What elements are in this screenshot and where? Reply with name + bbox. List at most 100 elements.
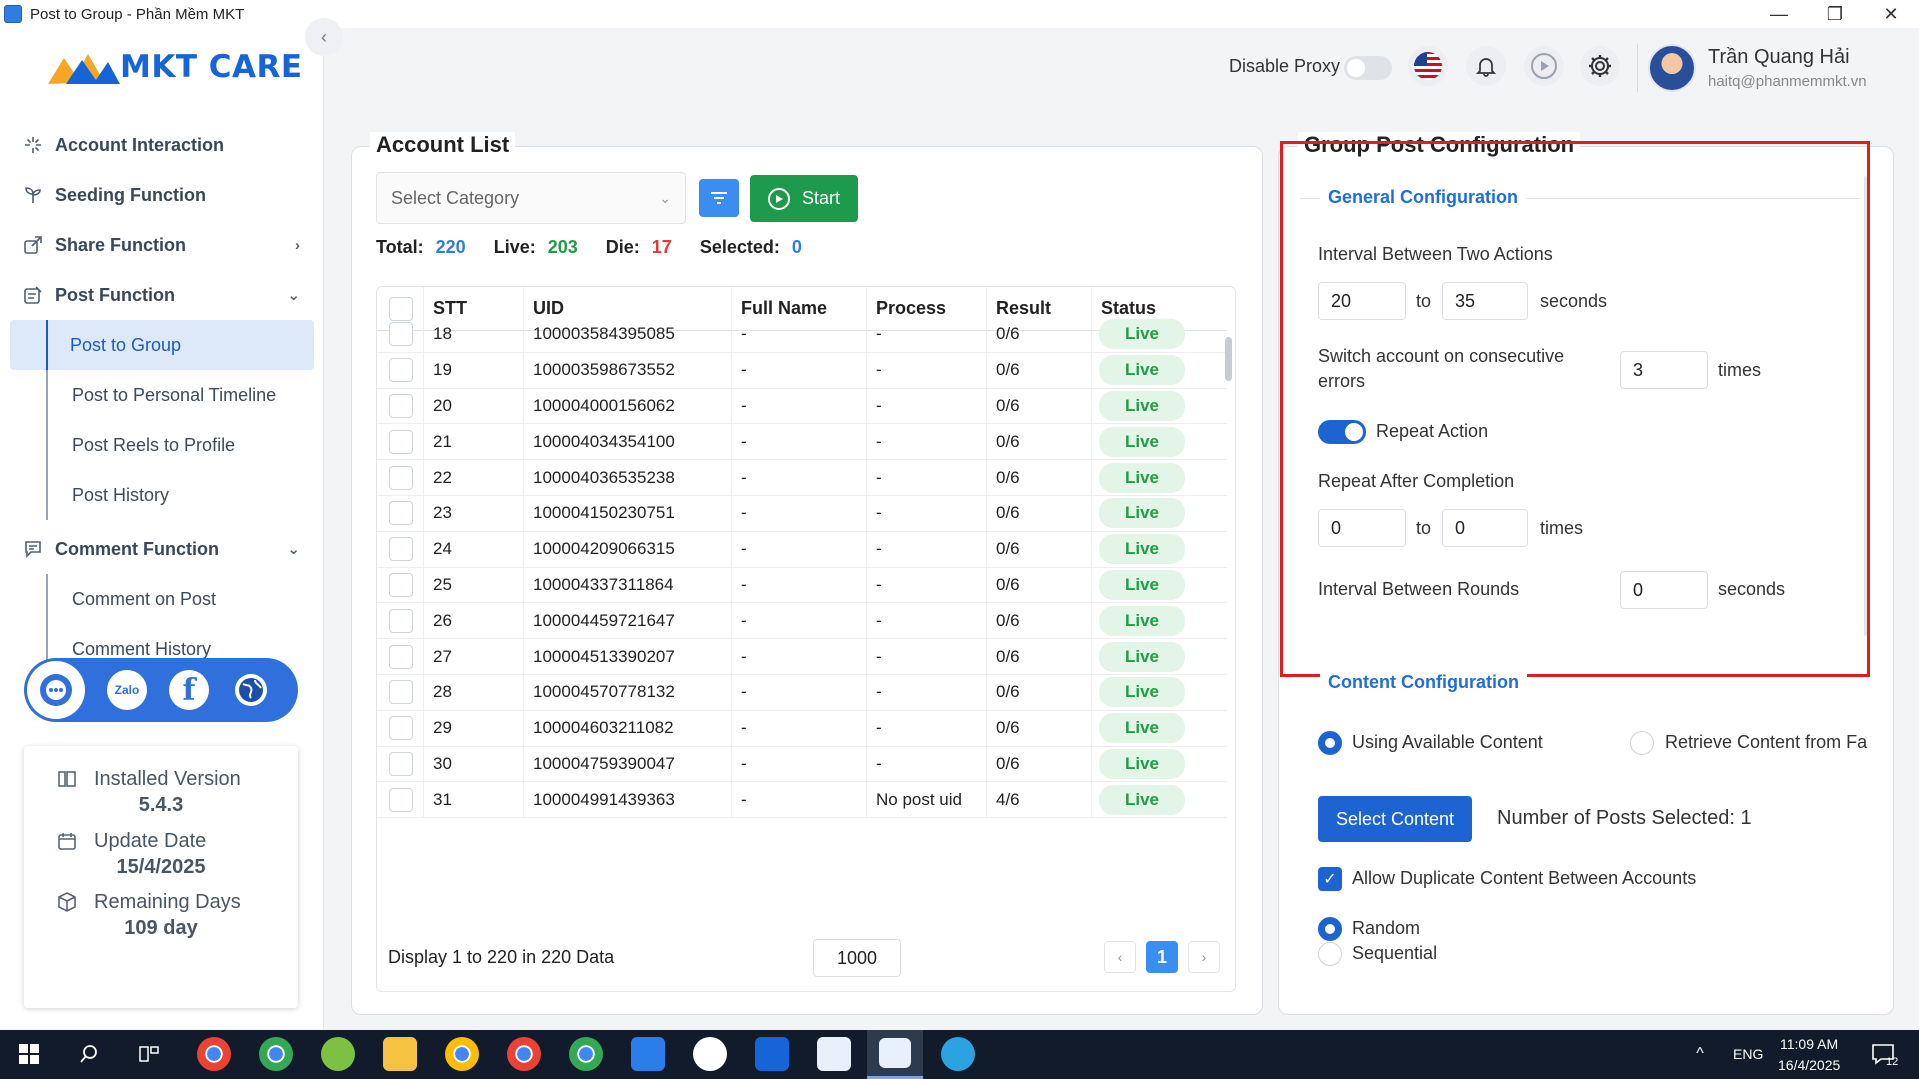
- row-checkbox[interactable]: [389, 782, 413, 817]
- row-checkbox[interactable]: [389, 496, 413, 531]
- table-row[interactable]: 23 100004150230751 - - 0/6 Live: [377, 496, 1227, 532]
- clock-date[interactable]: 16/4/2025: [1778, 1057, 1840, 1073]
- maximize-button[interactable]: ❐: [1807, 0, 1863, 28]
- windows-start-icon[interactable]: [12, 1037, 46, 1071]
- next-page-button[interactable]: ›: [1188, 941, 1220, 973]
- table-row[interactable]: 20 100004000156062 - - 0/6 Live: [377, 388, 1227, 425]
- mkt-care-taskbar-icon[interactable]: [867, 1030, 923, 1079]
- bell-icon[interactable]: [1466, 46, 1506, 86]
- nav-share-function[interactable]: Share Function ›: [0, 220, 324, 270]
- search-icon[interactable]: [72, 1037, 106, 1071]
- nav-comment-function[interactable]: Comment Function ⌄: [0, 524, 324, 574]
- start-button[interactable]: Start: [750, 175, 858, 222]
- table-row[interactable]: 31 100004991439363 - No post uid 4/6 Live: [377, 782, 1227, 819]
- cell-stt: 24: [433, 539, 452, 559]
- nav-post-function[interactable]: Post Function ⌄: [0, 270, 324, 320]
- window-title: Post to Group - Phần Mềm MKT: [30, 5, 245, 23]
- cell-uid: 100004513390207: [533, 646, 675, 666]
- table-row[interactable]: 30 100004759390047 - - 0/6 Live: [377, 746, 1227, 783]
- cell-uid: 100004991439363: [533, 789, 675, 809]
- cell-result: 4/6: [996, 789, 1020, 809]
- chrome-profile-icon[interactable]: [259, 1037, 293, 1071]
- row-checkbox[interactable]: [389, 317, 413, 352]
- status-badge: Live: [1099, 355, 1185, 386]
- file-explorer-icon[interactable]: [383, 1037, 417, 1071]
- chrome-profile-icon[interactable]: [445, 1037, 479, 1071]
- chrome-profile-icon[interactable]: [507, 1037, 541, 1071]
- table-row[interactable]: 21 100004034354100 - - 0/6 Live: [377, 424, 1227, 461]
- filter-button[interactable]: [699, 179, 739, 217]
- row-checkbox[interactable]: [389, 675, 413, 710]
- comment-icon: [22, 538, 44, 560]
- zalo-icon[interactable]: Zalo: [107, 670, 147, 710]
- language-indicator[interactable]: ENG: [1733, 1046, 1763, 1062]
- row-checkbox[interactable]: [389, 389, 413, 424]
- chrome-icon[interactable]: [197, 1037, 231, 1071]
- page-size-input[interactable]: 1000: [813, 939, 901, 977]
- gear-icon[interactable]: [1580, 46, 1620, 86]
- sidebar-item-comment-on-post[interactable]: Comment on Post: [46, 574, 324, 624]
- nav-seeding-function[interactable]: Seeding Function: [0, 170, 324, 220]
- sidebar-item-post-to-group[interactable]: Post to Group: [10, 320, 314, 370]
- language-flag-icon[interactable]: [1408, 46, 1448, 86]
- row-checkbox[interactable]: [389, 353, 413, 388]
- chevron-up-icon[interactable]: ^: [1683, 1037, 1717, 1071]
- cell-full-name: -: [741, 789, 747, 809]
- table-row[interactable]: 25 100004337311864 - - 0/6 Live: [377, 567, 1227, 604]
- nav-account-interaction[interactable]: Account Interaction: [0, 120, 324, 170]
- sidebar-item-post-history[interactable]: Post History: [46, 470, 324, 520]
- brand-logo[interactable]: MKT CARE: [46, 46, 303, 88]
- chrome-profile-icon[interactable]: [569, 1037, 603, 1071]
- row-checkbox[interactable]: [389, 424, 413, 459]
- sidebar-item-post-reels-to-profile[interactable]: Post Reels to Profile: [46, 420, 324, 470]
- browser-icon[interactable]: [321, 1037, 355, 1071]
- task-view-icon[interactable]: [132, 1037, 166, 1071]
- sidebar-collapse-button[interactable]: ‹: [305, 18, 343, 56]
- table-row[interactable]: 26 100004459721647 - - 0/6 Live: [377, 603, 1227, 640]
- mkt-app-icon[interactable]: [817, 1037, 851, 1071]
- row-checkbox[interactable]: [389, 460, 413, 495]
- retrieve-content-radio[interactable]: [1630, 731, 1654, 755]
- allow-duplicate-checkbox[interactable]: ✓: [1318, 867, 1342, 891]
- status-badge: Live: [1099, 534, 1185, 565]
- row-checkbox[interactable]: [389, 639, 413, 674]
- avatar[interactable]: [1648, 44, 1696, 92]
- table-row[interactable]: 19 100003598673552 - - 0/6 Live: [377, 352, 1227, 389]
- telegram-icon[interactable]: [941, 1037, 975, 1071]
- support-chat-icon[interactable]: [27, 661, 85, 719]
- proxy-toggle[interactable]: [1344, 56, 1392, 80]
- close-button[interactable]: ✕: [1863, 0, 1919, 28]
- clock-time[interactable]: 11:09 AM: [1780, 1036, 1838, 1052]
- table-row[interactable]: 27 100004513390207 - - 0/6 Live: [377, 639, 1227, 675]
- page-1-button[interactable]: 1: [1146, 941, 1178, 973]
- using-content-radio[interactable]: [1318, 731, 1342, 755]
- cell-full-name: -: [741, 539, 747, 559]
- category-select[interactable]: Select Category ⌄: [376, 172, 686, 224]
- remote-desktop-icon[interactable]: [631, 1037, 665, 1071]
- table-scrollbar[interactable]: [1225, 337, 1232, 381]
- random-radio[interactable]: [1318, 917, 1342, 941]
- table-row[interactable]: 29 100004603211082 - - 0/6 Live: [377, 710, 1227, 747]
- table-row[interactable]: 18 100003584395085 - - 0/6 Live: [377, 317, 1227, 353]
- cell-result: 0/6: [996, 646, 1020, 666]
- row-checkbox[interactable]: [389, 747, 413, 782]
- live-count: 203: [547, 237, 578, 257]
- app-icon[interactable]: [755, 1037, 789, 1071]
- row-checkbox[interactable]: [389, 711, 413, 746]
- cell-uid: 100004759390047: [533, 753, 675, 773]
- globe-icon[interactable]: [231, 670, 271, 710]
- facebook-icon[interactable]: f: [169, 670, 209, 710]
- row-checkbox[interactable]: [389, 603, 413, 638]
- table-row[interactable]: 24 100004209066315 - - 0/6 Live: [377, 531, 1227, 568]
- select-content-button[interactable]: Select Content: [1318, 796, 1472, 842]
- minimize-button[interactable]: —: [1751, 0, 1807, 28]
- prev-page-button[interactable]: ‹: [1104, 941, 1136, 973]
- sequential-radio[interactable]: [1318, 942, 1342, 966]
- play-tutorial-icon[interactable]: [1524, 46, 1564, 86]
- table-row[interactable]: 28 100004570778132 - - 0/6 Live: [377, 675, 1227, 711]
- row-checkbox[interactable]: [389, 568, 413, 603]
- row-checkbox[interactable]: [389, 532, 413, 567]
- table-row[interactable]: 22 100004036535238 - - 0/6 Live: [377, 460, 1227, 496]
- zalo-app-icon[interactable]: [693, 1037, 727, 1071]
- sidebar-item-post-to-personal-timeline[interactable]: Post to Personal Timeline: [46, 370, 324, 420]
